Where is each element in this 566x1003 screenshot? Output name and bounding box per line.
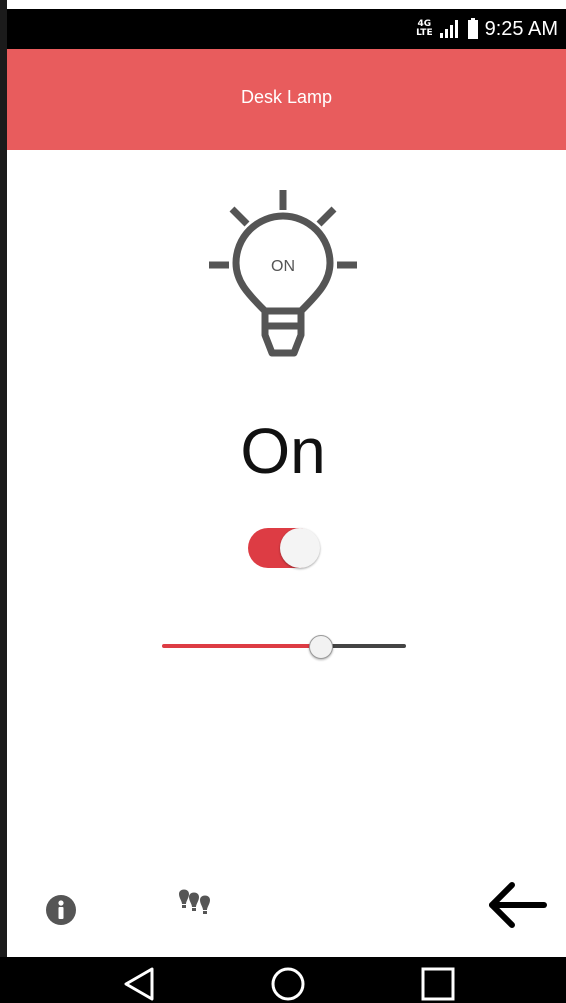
slider-track bbox=[321, 644, 406, 648]
back-triangle-icon[interactable] bbox=[120, 965, 160, 1003]
power-toggle[interactable] bbox=[248, 528, 320, 568]
signal-icon bbox=[439, 20, 458, 38]
battery-icon bbox=[467, 18, 478, 39]
status-time: 9:25 AM bbox=[484, 17, 558, 40]
slider-thumb[interactable] bbox=[309, 635, 333, 659]
lamp-state-text: On bbox=[240, 415, 326, 487]
slider-fill bbox=[162, 644, 321, 648]
page-title: Desk Lamp bbox=[240, 87, 333, 107]
app-bar: Desk Lamp bbox=[7, 49, 566, 150]
recents-square-icon[interactable] bbox=[418, 965, 458, 1003]
toggle-knob bbox=[280, 528, 320, 568]
info-icon[interactable] bbox=[45, 894, 77, 926]
brightness-slider[interactable] bbox=[162, 632, 406, 660]
system-nav-bar bbox=[0, 957, 566, 1003]
lightbulb-icon[interactable]: ON bbox=[205, 185, 365, 360]
arrow-left-icon[interactable] bbox=[486, 880, 548, 930]
screen-edge bbox=[0, 0, 7, 1003]
status-bar: 4G LTE 9:25 AM bbox=[7, 9, 566, 49]
bulbs-icon[interactable] bbox=[176, 885, 218, 921]
network-type-icon: 4G LTE bbox=[416, 19, 433, 38]
home-circle-icon[interactable] bbox=[268, 965, 308, 1003]
status-icons: 4G LTE 9:25 AM bbox=[416, 9, 558, 49]
bulb-label: ON bbox=[271, 258, 295, 275]
app-screen: 4G LTE 9:25 AM Desk Lamp ON On bbox=[0, 0, 566, 1003]
